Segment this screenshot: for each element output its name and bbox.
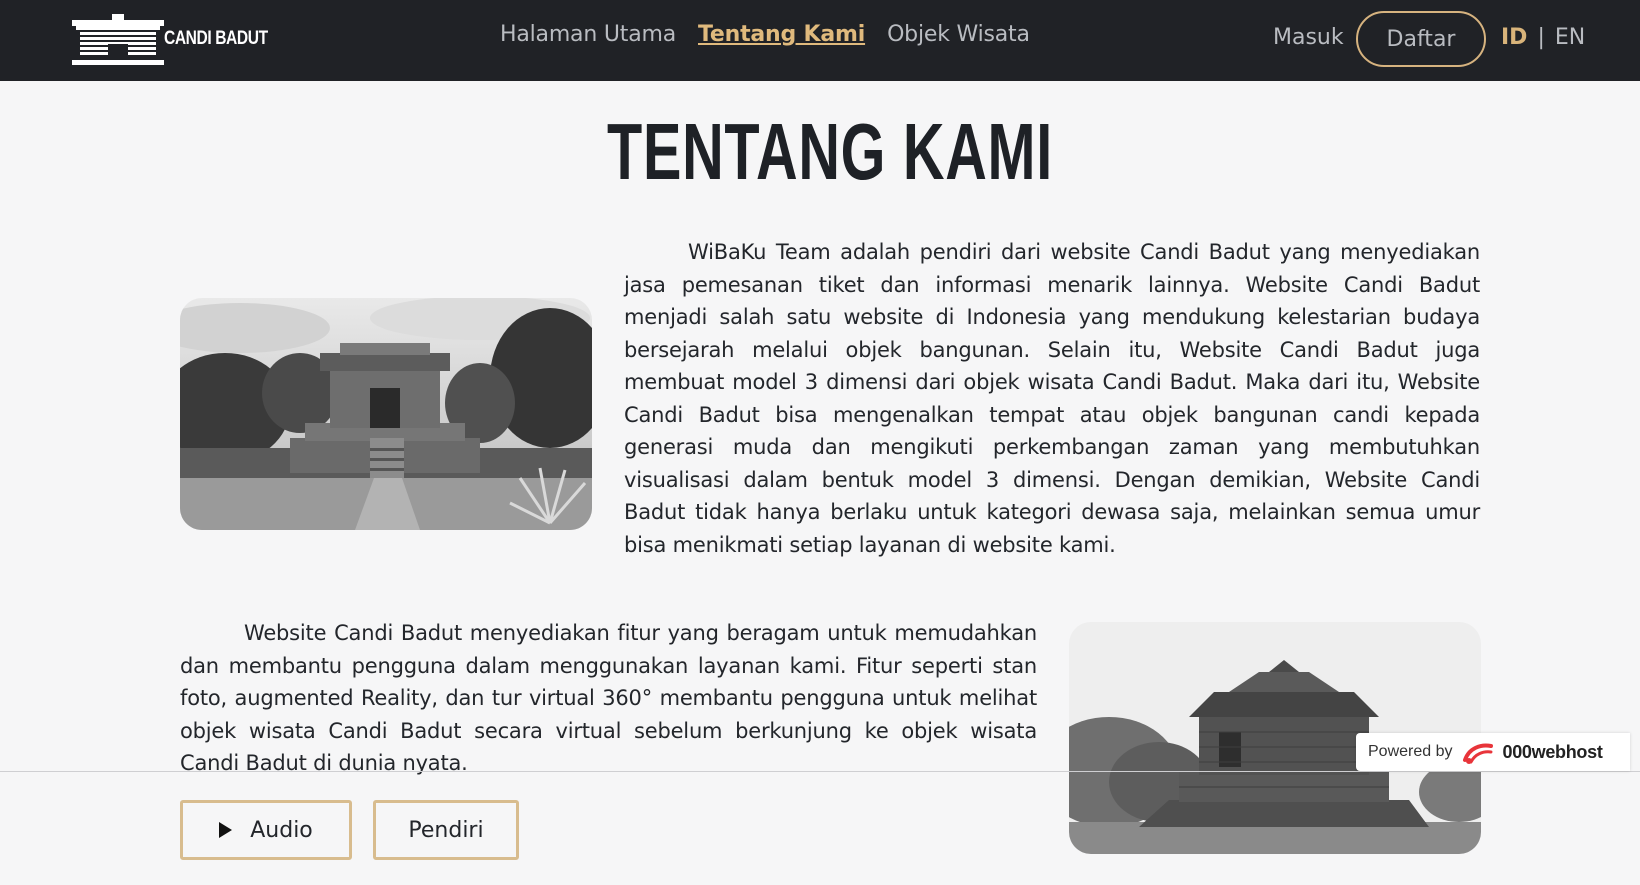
navbar: CANDI BADUT Halaman Utama Tentang Kami O… bbox=[0, 0, 1640, 81]
audio-button[interactable]: Audio bbox=[180, 800, 352, 860]
about-paragraph-1: WiBaKu Team adalah pendiri dari website … bbox=[624, 240, 1480, 557]
main-nav: Halaman Utama Tentang Kami Objek Wisata bbox=[500, 22, 1030, 47]
founder-button[interactable]: Pendiri bbox=[373, 800, 519, 860]
play-icon bbox=[219, 822, 233, 838]
lang-separator: | bbox=[1537, 25, 1545, 50]
temple-logo-icon bbox=[72, 14, 164, 65]
host-logo-icon bbox=[1462, 743, 1493, 764]
lang-id-option[interactable]: ID bbox=[1501, 25, 1527, 50]
host-name: 000webhost bbox=[1502, 741, 1603, 762]
page-title: TENTANG KAMI bbox=[607, 107, 1053, 196]
login-link[interactable]: Masuk bbox=[1273, 25, 1344, 50]
powered-by-badge[interactable]: Powered by 000webhost bbox=[1356, 733, 1630, 771]
powered-by-label: Powered by bbox=[1368, 743, 1453, 760]
nav-about-us[interactable]: Tentang Kami bbox=[698, 22, 865, 47]
temple-photo-front bbox=[180, 298, 592, 530]
about-paragraph-2: Website Candi Badut menyediakan fitur ya… bbox=[180, 621, 1037, 775]
section-divider bbox=[0, 771, 1640, 772]
audio-button-label: Audio bbox=[250, 817, 313, 843]
nav-home[interactable]: Halaman Utama bbox=[500, 22, 676, 47]
brand-logo[interactable]: CANDI BADUT bbox=[72, 14, 268, 68]
register-button[interactable]: Daftar bbox=[1356, 11, 1486, 67]
nav-tourist-objects[interactable]: Objek Wisata bbox=[887, 22, 1030, 47]
lang-en-option[interactable]: EN bbox=[1555, 25, 1585, 50]
brand-name: CANDI BADUT bbox=[164, 28, 268, 49]
language-switcher: ID | EN bbox=[1501, 25, 1585, 50]
